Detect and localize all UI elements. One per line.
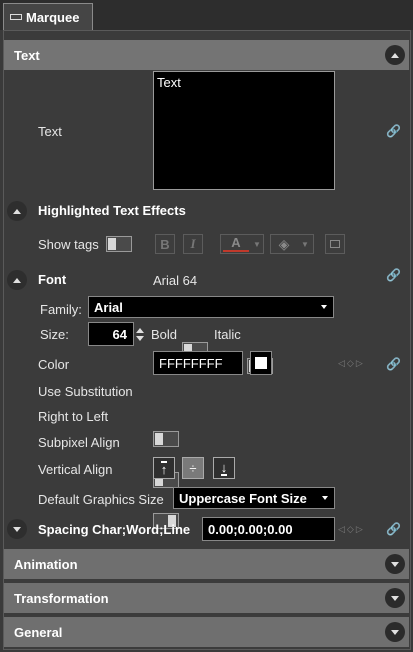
color-swatch [255,357,267,369]
link-icon[interactable]: 🔗 [386,522,401,536]
color-input[interactable]: FFFFFFFF [153,351,243,375]
keyframe-nav-icon[interactable]: ◁◇▷ [338,524,365,535]
font-color-button[interactable]: A ▼ [220,234,264,254]
align-middle-button[interactable]: ÷ [182,457,204,479]
show-tags-label: Show tags [38,237,99,252]
expand-icon[interactable] [385,588,405,608]
collapse-icon[interactable] [385,45,405,65]
size-input[interactable]: 64 [88,322,134,346]
align-top-icon: ↑ [160,460,168,477]
tab-marquee[interactable]: Marquee [3,3,93,30]
size-label: Size: [40,327,69,342]
section-transformation-title: Transformation [14,590,109,606]
spacing-label: Spacing Char;Word;Line [38,522,191,537]
use-substitution-toggle[interactable] [153,431,179,447]
text-input[interactable]: Text [153,71,335,190]
family-label: Family: [40,302,82,317]
expand-font-icon[interactable] [7,270,27,290]
font-title: Font [38,272,67,287]
bold-button[interactable]: B [155,234,175,254]
section-animation-title: Animation [14,556,78,572]
section-animation-header[interactable]: Animation [4,549,409,579]
section-general-header[interactable]: General [4,617,409,647]
family-dropdown[interactable]: Arial [88,296,334,318]
subpixel-label: Subpixel Align [38,435,120,450]
expand-spacing-icon[interactable] [7,519,27,539]
chevron-down-icon [322,496,328,500]
align-bottom-icon: ↓ [220,459,228,476]
use-substitution-label: Use Substitution [38,384,133,399]
highlight-title: Highlighted Text Effects [38,203,186,218]
increment-icon[interactable] [136,327,144,333]
italic-button[interactable]: I [183,234,203,254]
spacing-input[interactable]: 0.00;0.00;0.00 [202,517,335,541]
link-icon[interactable]: 🔗 [386,124,401,138]
color-swatch-button[interactable] [250,351,272,375]
expand-icon[interactable] [385,622,405,642]
color-value: FFFFFFFF [159,355,223,371]
chevron-down-icon: ▼ [301,239,309,249]
font-summary: Arial 64 [153,273,198,288]
align-bottom-button[interactable]: ↓ [213,457,235,479]
link-icon[interactable]: 🔗 [386,357,401,371]
fill-color-button[interactable]: ◈ ▼ [270,234,314,254]
show-tags-toggle[interactable] [106,236,132,252]
image-button[interactable] [325,234,345,254]
default-gfx-dropdown[interactable]: Uppercase Font Size [173,487,335,509]
size-stepper[interactable] [134,322,146,346]
italic-label: Italic [214,327,241,342]
image-icon [330,240,340,248]
align-top-button[interactable]: ↑ [153,457,175,479]
expand-icon[interactable] [385,554,405,574]
valign-label: Vertical Align [38,462,113,477]
expand-highlight-icon[interactable] [7,201,27,221]
chevron-down-icon [321,305,327,309]
color-label: Color [38,357,70,372]
font-color-icon: A [223,236,249,252]
size-value: 64 [112,326,127,342]
keyframe-nav-icon[interactable]: ◁◇▷ [338,358,365,369]
section-text-header[interactable]: Text [4,40,409,70]
rtl-label: Right to Left [38,409,109,424]
chevron-down-icon: ▼ [253,239,261,249]
default-gfx-label: Default Graphics Size [38,492,164,507]
family-value: Arial [94,299,123,315]
spacing-value: 0.00;0.00;0.00 [208,521,293,537]
section-text-title: Text [14,47,40,63]
section-transformation-header[interactable]: Transformation [4,583,409,613]
link-icon[interactable]: 🔗 [386,268,401,282]
decrement-icon[interactable] [136,335,144,341]
align-middle-icon: ÷ [189,460,197,476]
default-gfx-value: Uppercase Font Size [179,490,307,506]
section-general-title: General [14,624,63,640]
minimize-icon[interactable] [10,14,22,20]
tab-marquee-label: Marquee [26,9,80,25]
text-prop-label: Text [38,124,62,139]
paint-bucket-icon: ◈ [278,235,290,252]
bold-label: Bold [151,327,178,342]
